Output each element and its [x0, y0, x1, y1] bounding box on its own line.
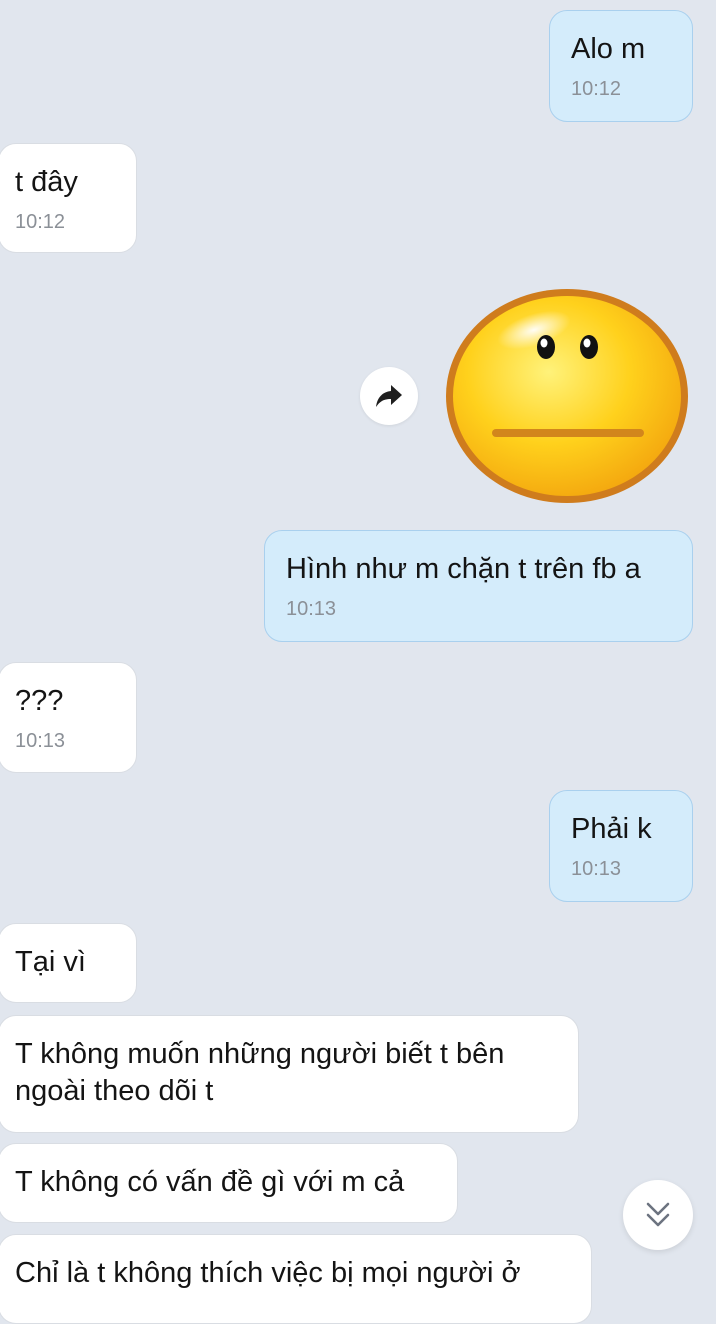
message-time: 10:13	[571, 858, 622, 880]
outgoing-message[interactable]: Phải k 10:13	[549, 790, 693, 902]
incoming-message[interactable]: t đây 10:12	[0, 143, 137, 253]
incoming-message[interactable]: T không có vấn đề gì với m cả	[0, 1143, 458, 1223]
incoming-message[interactable]: Tại vì	[0, 923, 137, 1003]
message-text: Phải k	[571, 813, 652, 845]
incoming-message[interactable]: Chỉ là t không thích việc bị mọi người ở	[0, 1234, 592, 1324]
message-text: T không có vấn đề gì với m cả	[15, 1166, 405, 1198]
outgoing-message[interactable]: Alo m 10:12	[549, 10, 693, 122]
message-text: Alo m	[571, 33, 646, 65]
message-time: 10:12	[571, 78, 622, 100]
forward-arrow-icon	[376, 385, 402, 407]
message-time: 10:12	[15, 211, 66, 233]
double-chevron-down-icon	[646, 1202, 670, 1227]
scroll-to-bottom-button[interactable]	[623, 1180, 693, 1250]
message-text: ???	[15, 685, 64, 717]
neutral-face-icon	[446, 289, 688, 503]
message-text: T không muốn những người biết t bên ngoà…	[15, 1038, 505, 1107]
message-text: Hình như m chặn t trên fb a	[286, 553, 641, 585]
message-text: t đây	[15, 166, 78, 198]
neutral-face-sticker[interactable]	[442, 286, 692, 508]
incoming-message[interactable]: ??? 10:13	[0, 662, 137, 773]
message-text: Tại vì	[15, 946, 86, 978]
message-time: 10:13	[286, 598, 337, 620]
message-time: 10:13	[15, 730, 66, 752]
message-text: Chỉ là t không thích việc bị mọi người ở	[15, 1257, 521, 1289]
chat-message-list[interactable]: Alo m 10:12 t đây 10:12 Hình như m chặn …	[0, 0, 716, 1324]
outgoing-message[interactable]: Hình như m chặn t trên fb a 10:13	[264, 530, 693, 642]
forward-button[interactable]	[360, 367, 418, 425]
incoming-message[interactable]: T không muốn những người biết t bên ngoà…	[0, 1015, 579, 1133]
